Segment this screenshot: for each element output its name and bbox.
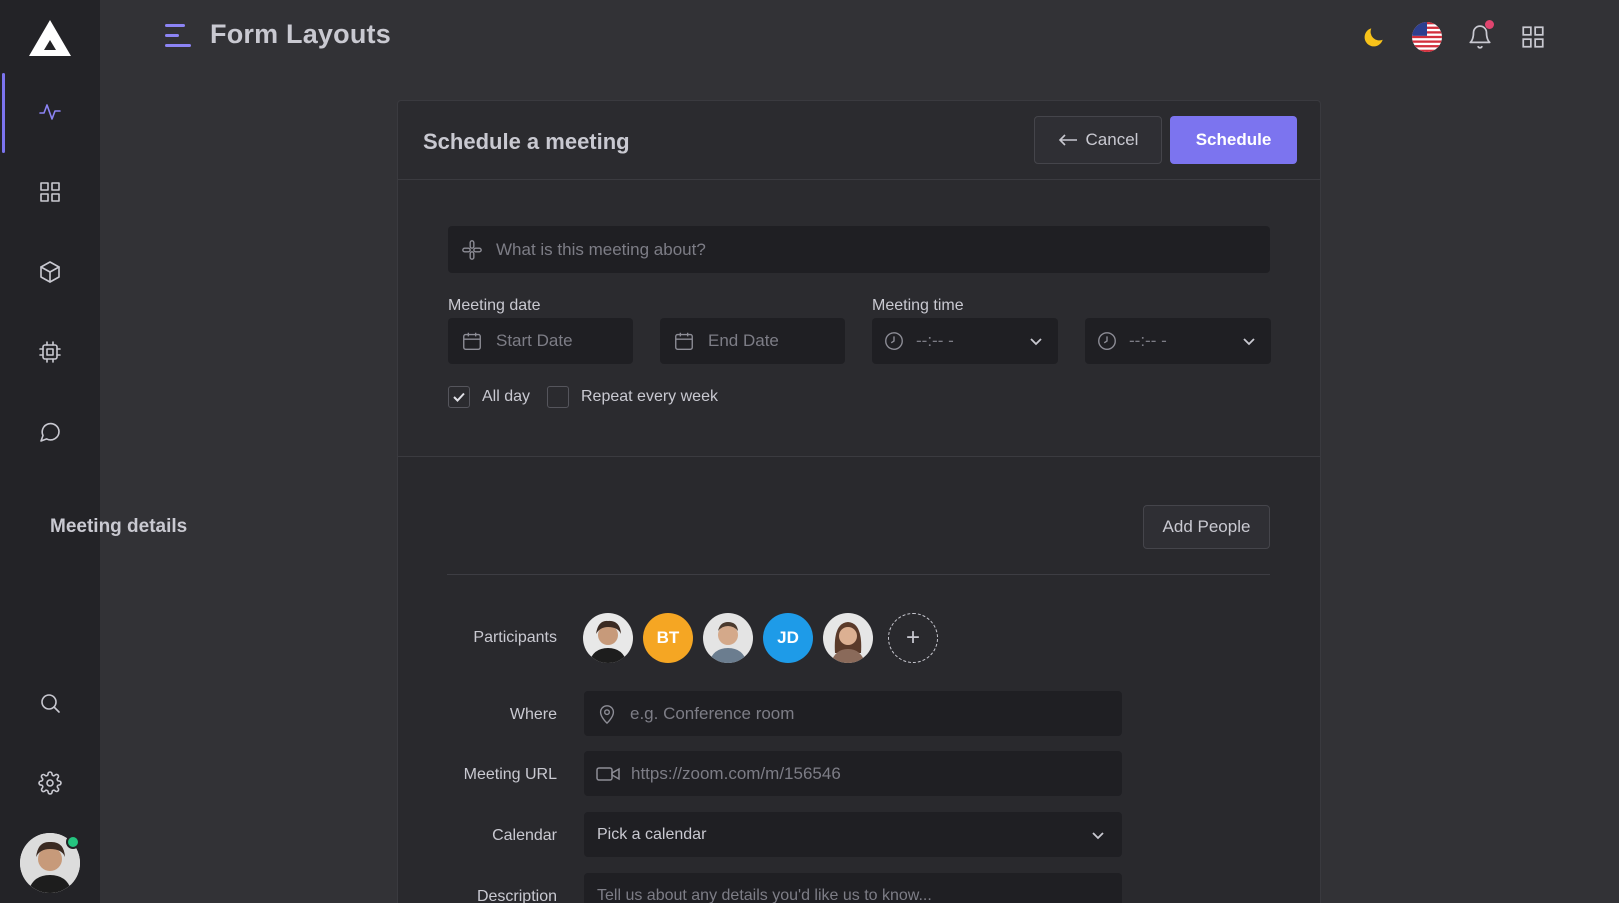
- section-divider: [398, 456, 1320, 457]
- meeting-details-title: Meeting details: [50, 516, 188, 537]
- end-date-placeholder: End Date: [708, 331, 779, 350]
- end-time-select[interactable]: --:-- -: [1085, 318, 1271, 364]
- all-day-checkbox[interactable]: [448, 386, 470, 408]
- arrow-left-icon: [1058, 134, 1077, 146]
- meeting-url-input[interactable]: https://zoom.com/m/156546: [584, 751, 1122, 796]
- add-participant-button[interactable]: +: [888, 613, 938, 663]
- location-pin-icon: [599, 704, 615, 724]
- sidebar-item-search[interactable]: [0, 668, 100, 738]
- card-title: Schedule a meeting: [423, 129, 630, 154]
- message-icon: [40, 422, 60, 442]
- page-title: Form Layouts: [210, 19, 391, 49]
- sidebar-item-grid[interactable]: [0, 157, 100, 227]
- add-people-button[interactable]: Add People: [1143, 505, 1270, 549]
- us-flag-icon: [1412, 22, 1442, 52]
- participant-avatar[interactable]: JD: [763, 613, 813, 663]
- activity-icon: [39, 104, 61, 120]
- description-placeholder: Tell us about any details you'd like us …: [597, 887, 932, 903]
- schedule-button[interactable]: Schedule: [1170, 116, 1297, 164]
- video-camera-icon: [596, 766, 620, 781]
- participant-initials: BT: [656, 628, 680, 647]
- meeting-url-label: Meeting URL: [463, 766, 557, 783]
- sidebar-item-chip[interactable]: [0, 317, 100, 387]
- start-date-placeholder: Start Date: [496, 331, 573, 350]
- participants-label: Participants: [473, 629, 557, 646]
- calendar-icon: [675, 332, 693, 350]
- search-icon: [41, 694, 60, 713]
- apps-menu[interactable]: [1516, 20, 1550, 54]
- sidebar: [0, 0, 100, 903]
- where-label: Where: [509, 706, 557, 723]
- clock-icon: [1098, 332, 1116, 350]
- meeting-topic-placeholder: What is this meeting about?: [496, 239, 706, 259]
- menu-toggle-icon[interactable]: [165, 24, 191, 48]
- participant-initials: JD: [777, 628, 799, 647]
- sidebar-item-activity[interactable]: [0, 73, 100, 153]
- repeat-weekly-checkbox[interactable]: [547, 386, 569, 408]
- box-icon: [40, 261, 60, 283]
- end-time-value: --:-- -: [1129, 331, 1167, 350]
- notification-badge: [1485, 20, 1494, 29]
- all-day-label: All day: [482, 388, 531, 405]
- meeting-topic-input[interactable]: What is this meeting about?: [448, 226, 1270, 273]
- cpu-icon: [39, 341, 61, 363]
- sidebar-item-box[interactable]: [0, 237, 100, 307]
- repeat-weekly-label: Repeat every week: [581, 388, 718, 405]
- chevron-down-icon: [1243, 338, 1255, 346]
- description-label: Description: [476, 888, 557, 903]
- moon-icon: [1364, 28, 1383, 47]
- cancel-label: Cancel: [1085, 130, 1139, 149]
- calendar-value: Pick a calendar: [597, 825, 707, 843]
- participant-photo-3: [703, 613, 753, 663]
- participant-avatar[interactable]: BT: [643, 613, 693, 663]
- participant-avatar[interactable]: [583, 613, 633, 663]
- sidebar-item-settings[interactable]: [0, 748, 100, 818]
- participant-photo-5: [823, 613, 873, 663]
- calendar-select[interactable]: Pick a calendar: [584, 812, 1122, 857]
- checkmark-icon: [453, 392, 465, 402]
- start-date-input[interactable]: Start Date: [448, 318, 633, 364]
- meeting-date-label: Meeting date: [448, 297, 541, 314]
- participant-avatar[interactable]: [823, 613, 873, 663]
- where-placeholder: e.g. Conference room: [630, 703, 795, 723]
- where-input[interactable]: e.g. Conference room: [584, 691, 1122, 736]
- calendar-icon: [463, 332, 481, 350]
- card-header: Schedule a meeting Cancel Schedule: [398, 101, 1320, 180]
- participant-photo-1: [583, 613, 633, 663]
- cancel-button[interactable]: Cancel: [1034, 116, 1162, 164]
- end-date-input[interactable]: End Date: [660, 318, 845, 364]
- user-avatar[interactable]: [20, 833, 80, 893]
- clock-icon: [885, 332, 903, 350]
- grid-icon: [40, 182, 60, 202]
- description-textarea[interactable]: Tell us about any details you'd like us …: [584, 873, 1122, 903]
- participant-avatar[interactable]: [703, 613, 753, 663]
- notifications[interactable]: [1463, 20, 1497, 54]
- online-status-dot: [66, 835, 80, 849]
- language-selector[interactable]: [1410, 20, 1444, 54]
- theme-toggle[interactable]: [1357, 20, 1391, 54]
- calendar-label: Calendar: [492, 827, 557, 844]
- meeting-url-placeholder: https://zoom.com/m/156546: [631, 763, 841, 783]
- start-time-select[interactable]: --:-- -: [872, 318, 1058, 364]
- meeting-time-label: Meeting time: [872, 297, 964, 314]
- chevron-down-icon: [1030, 338, 1042, 346]
- chevron-down-icon: [1092, 831, 1104, 839]
- details-divider: [447, 574, 1270, 575]
- apps-grid-icon: [1522, 26, 1544, 48]
- app-logo-icon[interactable]: [28, 18, 72, 58]
- start-time-value: --:-- -: [916, 331, 954, 350]
- slack-icon: [462, 239, 482, 260]
- gear-icon: [38, 771, 62, 795]
- sidebar-item-chat[interactable]: [0, 397, 100, 467]
